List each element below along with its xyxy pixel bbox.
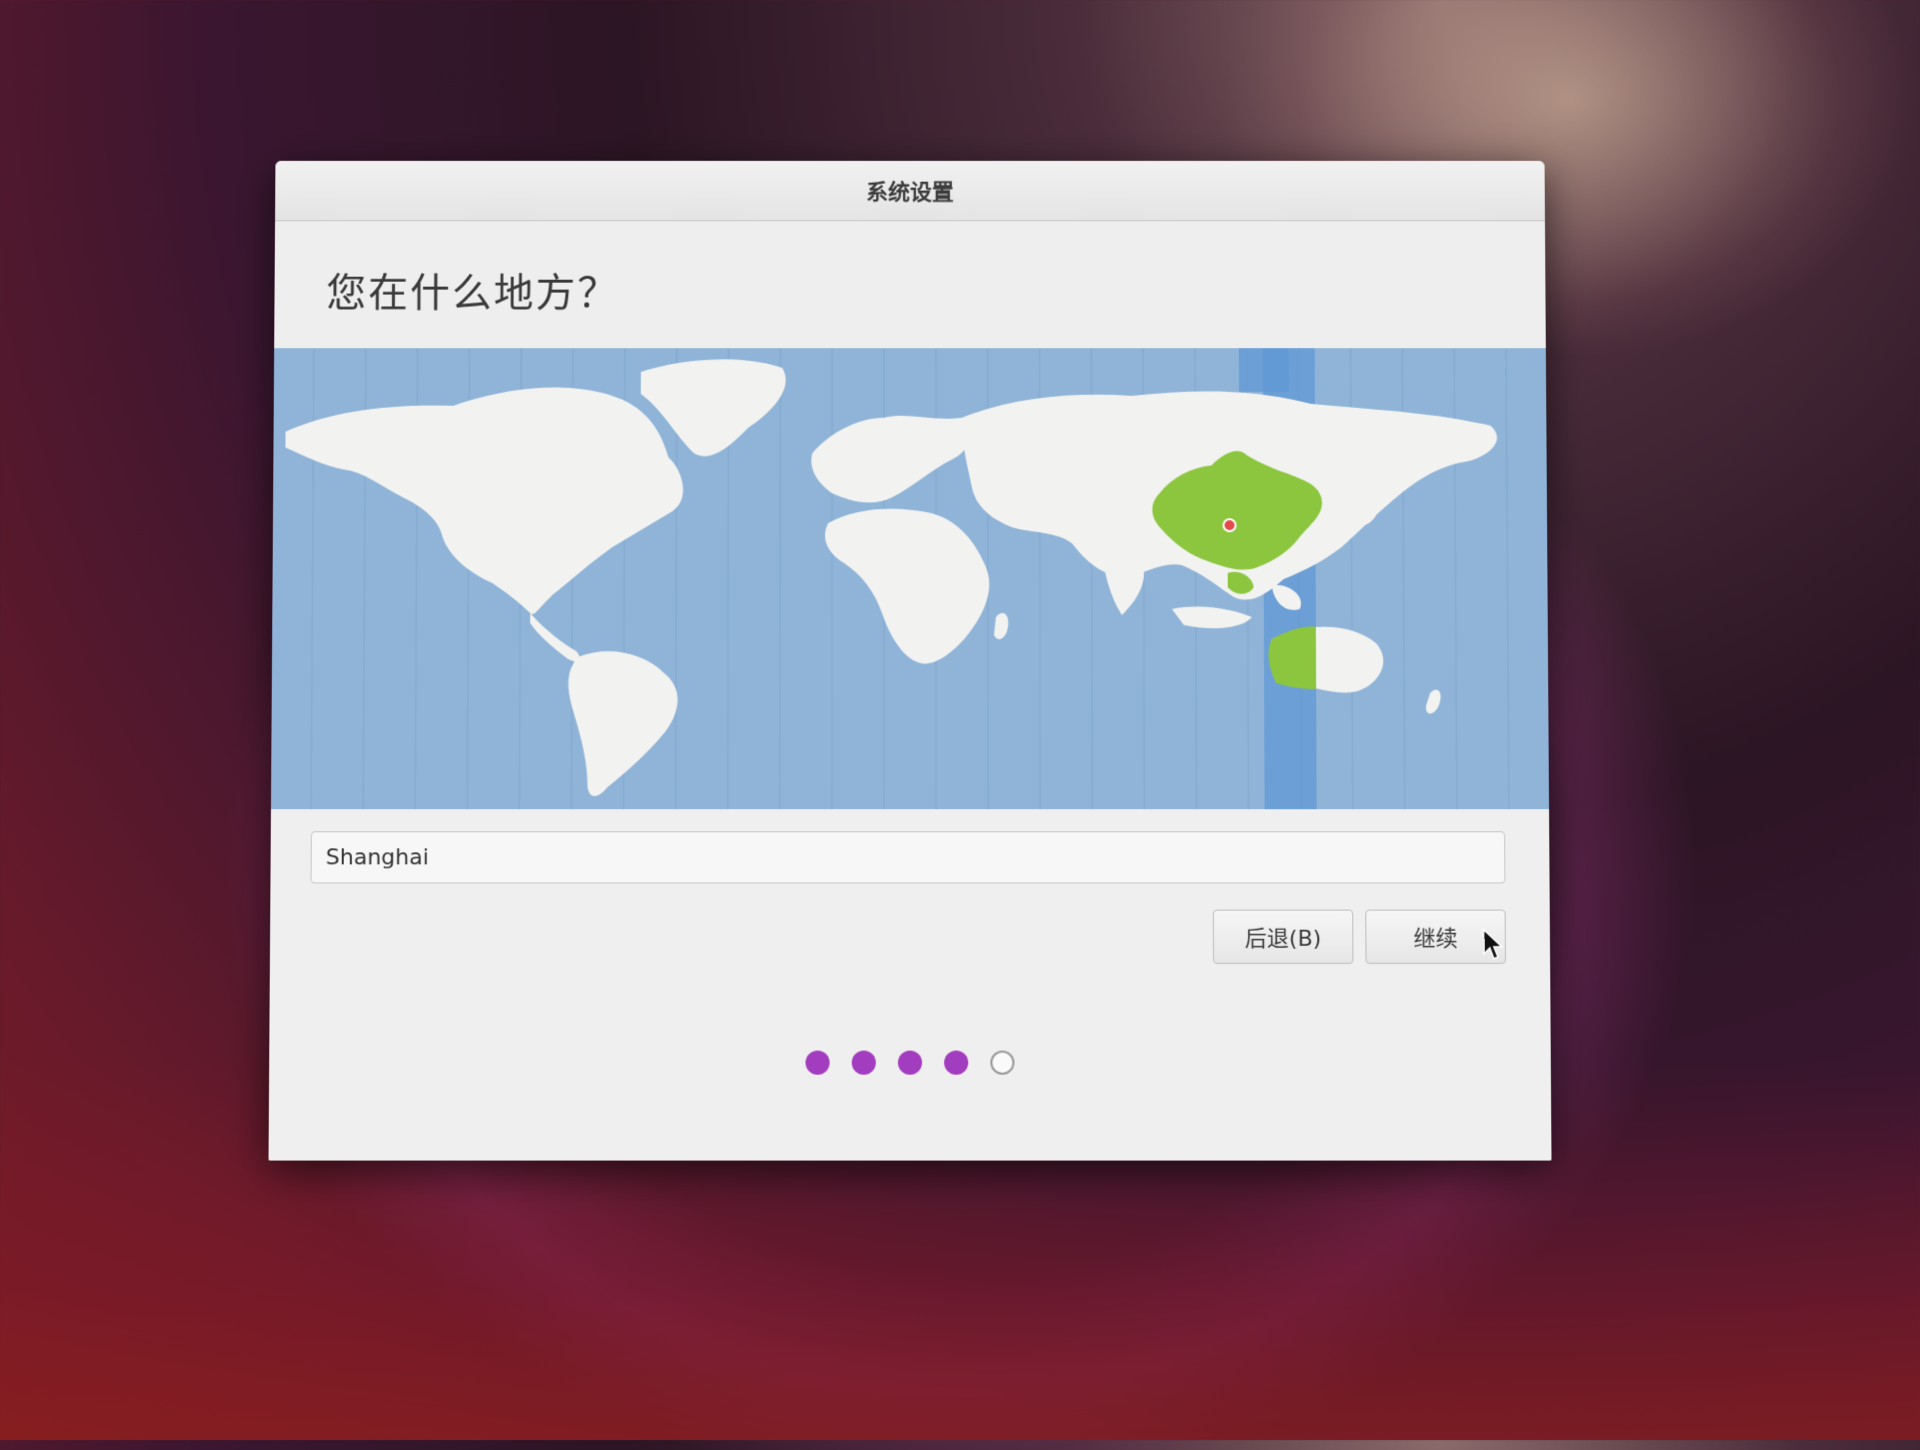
step-dot-3 <box>898 1051 922 1075</box>
window-title: 系统设置 <box>866 175 954 207</box>
step-dot-1 <box>806 1051 830 1075</box>
step-dot-2 <box>852 1051 876 1075</box>
continents <box>283 359 1499 796</box>
step-dot-5 <box>990 1051 1014 1075</box>
continue-button-label: 继续 <box>1413 921 1457 953</box>
step-indicator <box>269 1051 1551 1075</box>
page-title: 您在什么地方？ <box>326 261 619 319</box>
installer-dialog: 系统设置 您在什么地方？ <box>269 161 1552 1161</box>
step-dot-4 <box>944 1051 968 1075</box>
window-titlebar[interactable]: 系统设置 <box>275 161 1545 221</box>
timezone-map[interactable] <box>271 348 1549 809</box>
back-button[interactable]: 后退(B) <box>1213 910 1354 964</box>
heading-area: 您在什么地方？ <box>274 221 1546 348</box>
back-button-label: 后退(B) <box>1245 921 1322 953</box>
location-input[interactable] <box>311 831 1506 883</box>
location-pin-icon <box>1224 519 1236 531</box>
mouse-pointer-icon <box>1482 928 1504 962</box>
world-map[interactable] <box>271 348 1549 809</box>
location-controls: 后退(B) 继续 <box>269 809 1552 1160</box>
